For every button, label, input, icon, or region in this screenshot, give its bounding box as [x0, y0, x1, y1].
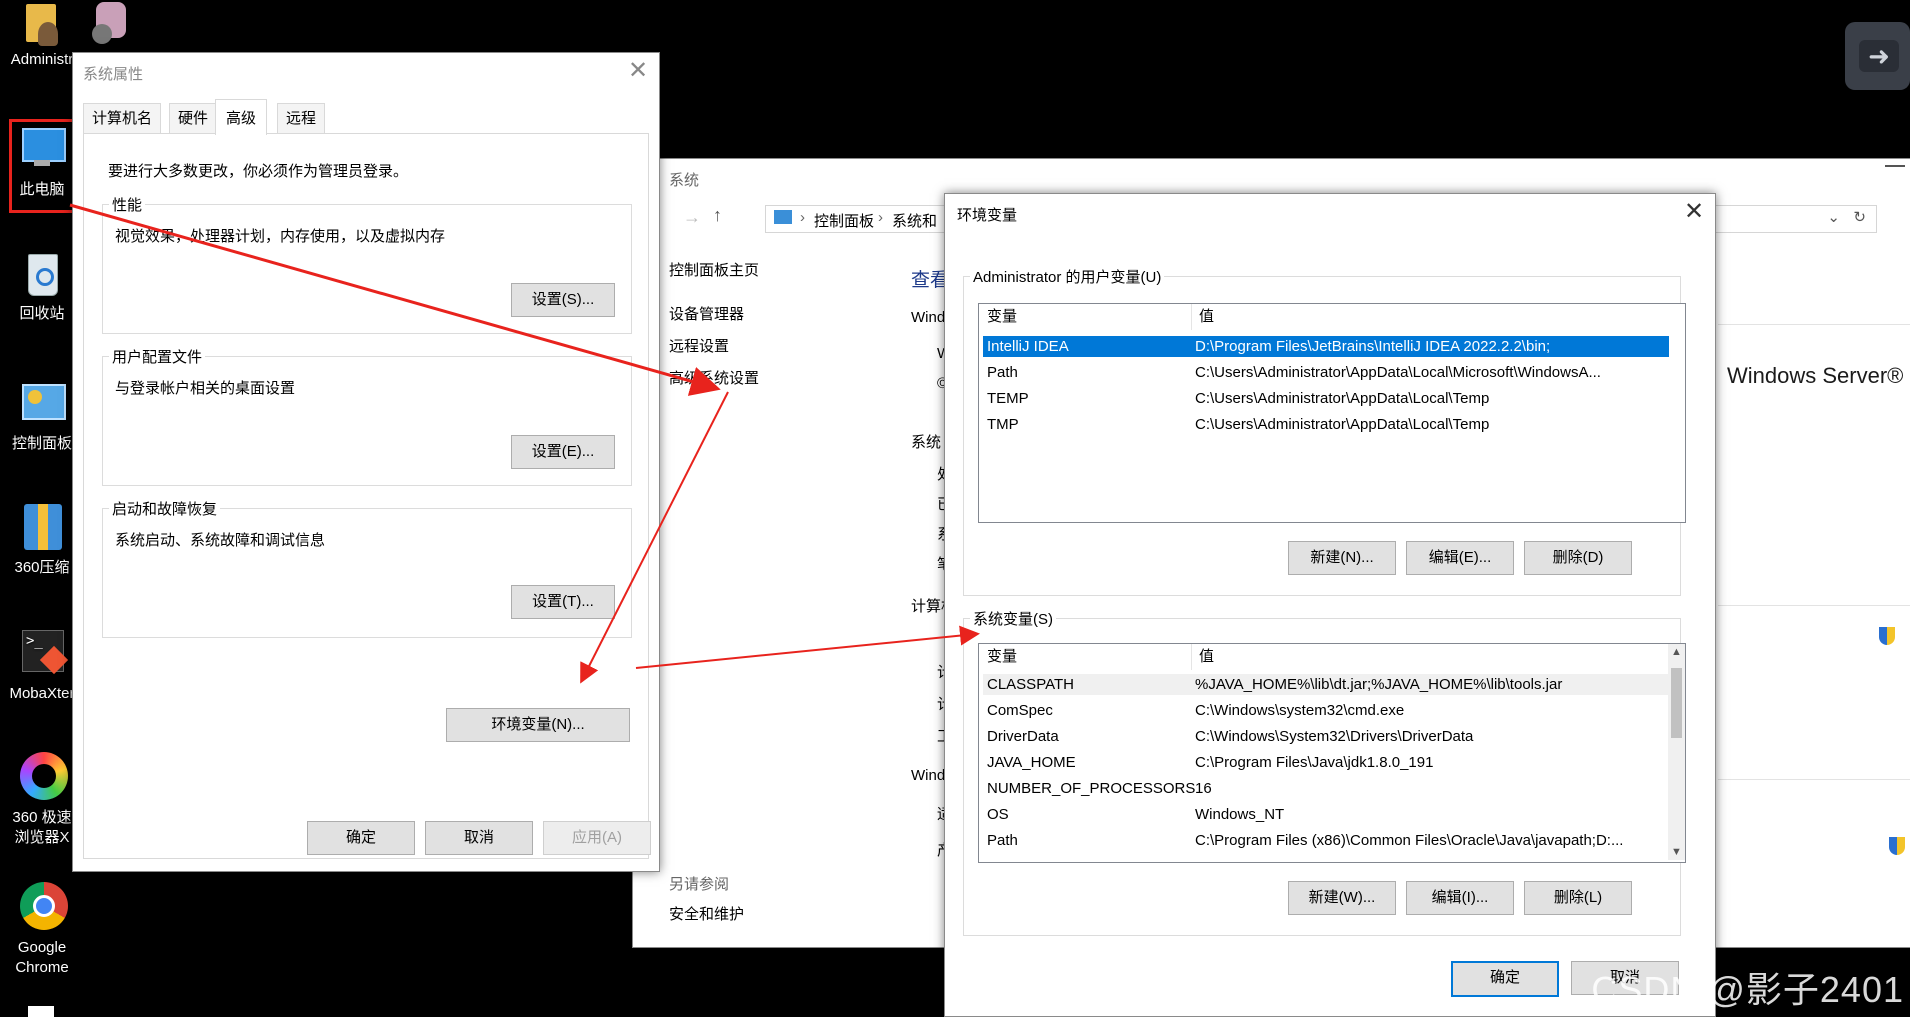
annotation-arrow	[580, 391, 729, 684]
annotation-arrow	[635, 625, 980, 669]
annotation-arrows	[69, 203, 980, 684]
tab-advanced[interactable]: 高级	[215, 99, 268, 135]
annotation-arrow	[69, 203, 721, 396]
watermark: CSDN @影子2401	[1591, 969, 1904, 1010]
